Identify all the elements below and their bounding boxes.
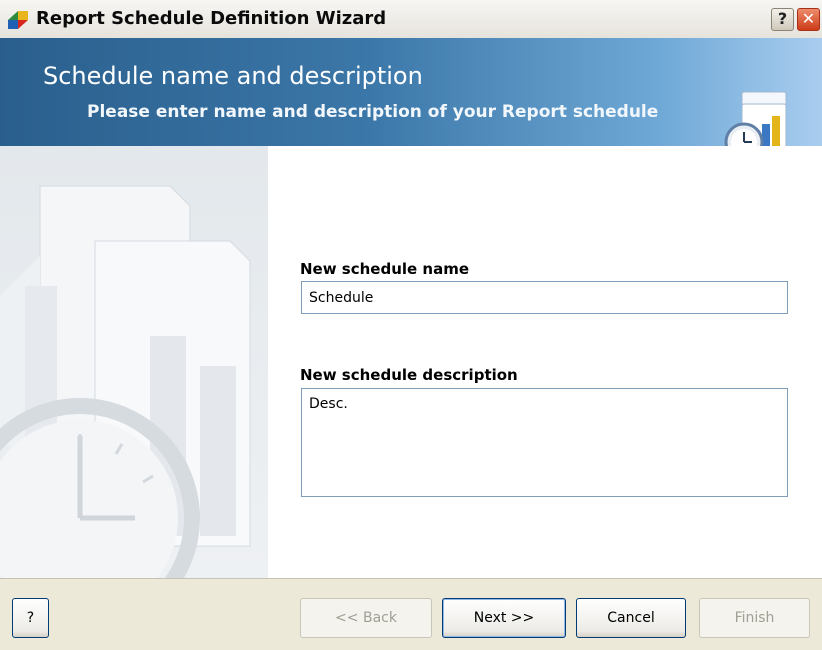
schedule-name-input[interactable]: [301, 281, 788, 314]
titlebar-help-button[interactable]: ?: [771, 8, 794, 31]
finish-button[interactable]: Finish: [699, 598, 810, 638]
page-subtitle: Please enter name and description of you…: [87, 102, 659, 122]
schedule-description-input[interactable]: Desc.: [301, 388, 788, 497]
next-button[interactable]: Next >>: [442, 598, 566, 638]
page-title: Schedule name and description: [43, 62, 423, 90]
schedule-description-label: New schedule description: [300, 366, 518, 384]
help-button[interactable]: ?: [12, 598, 49, 638]
titlebar-close-button[interactable]: ✕: [797, 8, 820, 31]
wizard-header: Schedule name and description Please ent…: [0, 38, 822, 163]
wizard-button-bar: ? << Back Next >> Cancel Finish: [0, 578, 822, 650]
back-button[interactable]: << Back: [300, 598, 432, 638]
title-bar[interactable]: Report Schedule Definition Wizard ? ✕: [0, 0, 822, 39]
decorative-side-panel: [0, 146, 268, 578]
app-icon: [8, 11, 28, 29]
report-watermark-graphic: [0, 185, 251, 578]
cancel-button[interactable]: Cancel: [576, 598, 686, 638]
wizard-body: New schedule name New schedule descripti…: [0, 146, 822, 578]
schedule-name-label: New schedule name: [300, 260, 470, 278]
window-title: Report Schedule Definition Wizard: [36, 8, 387, 29]
